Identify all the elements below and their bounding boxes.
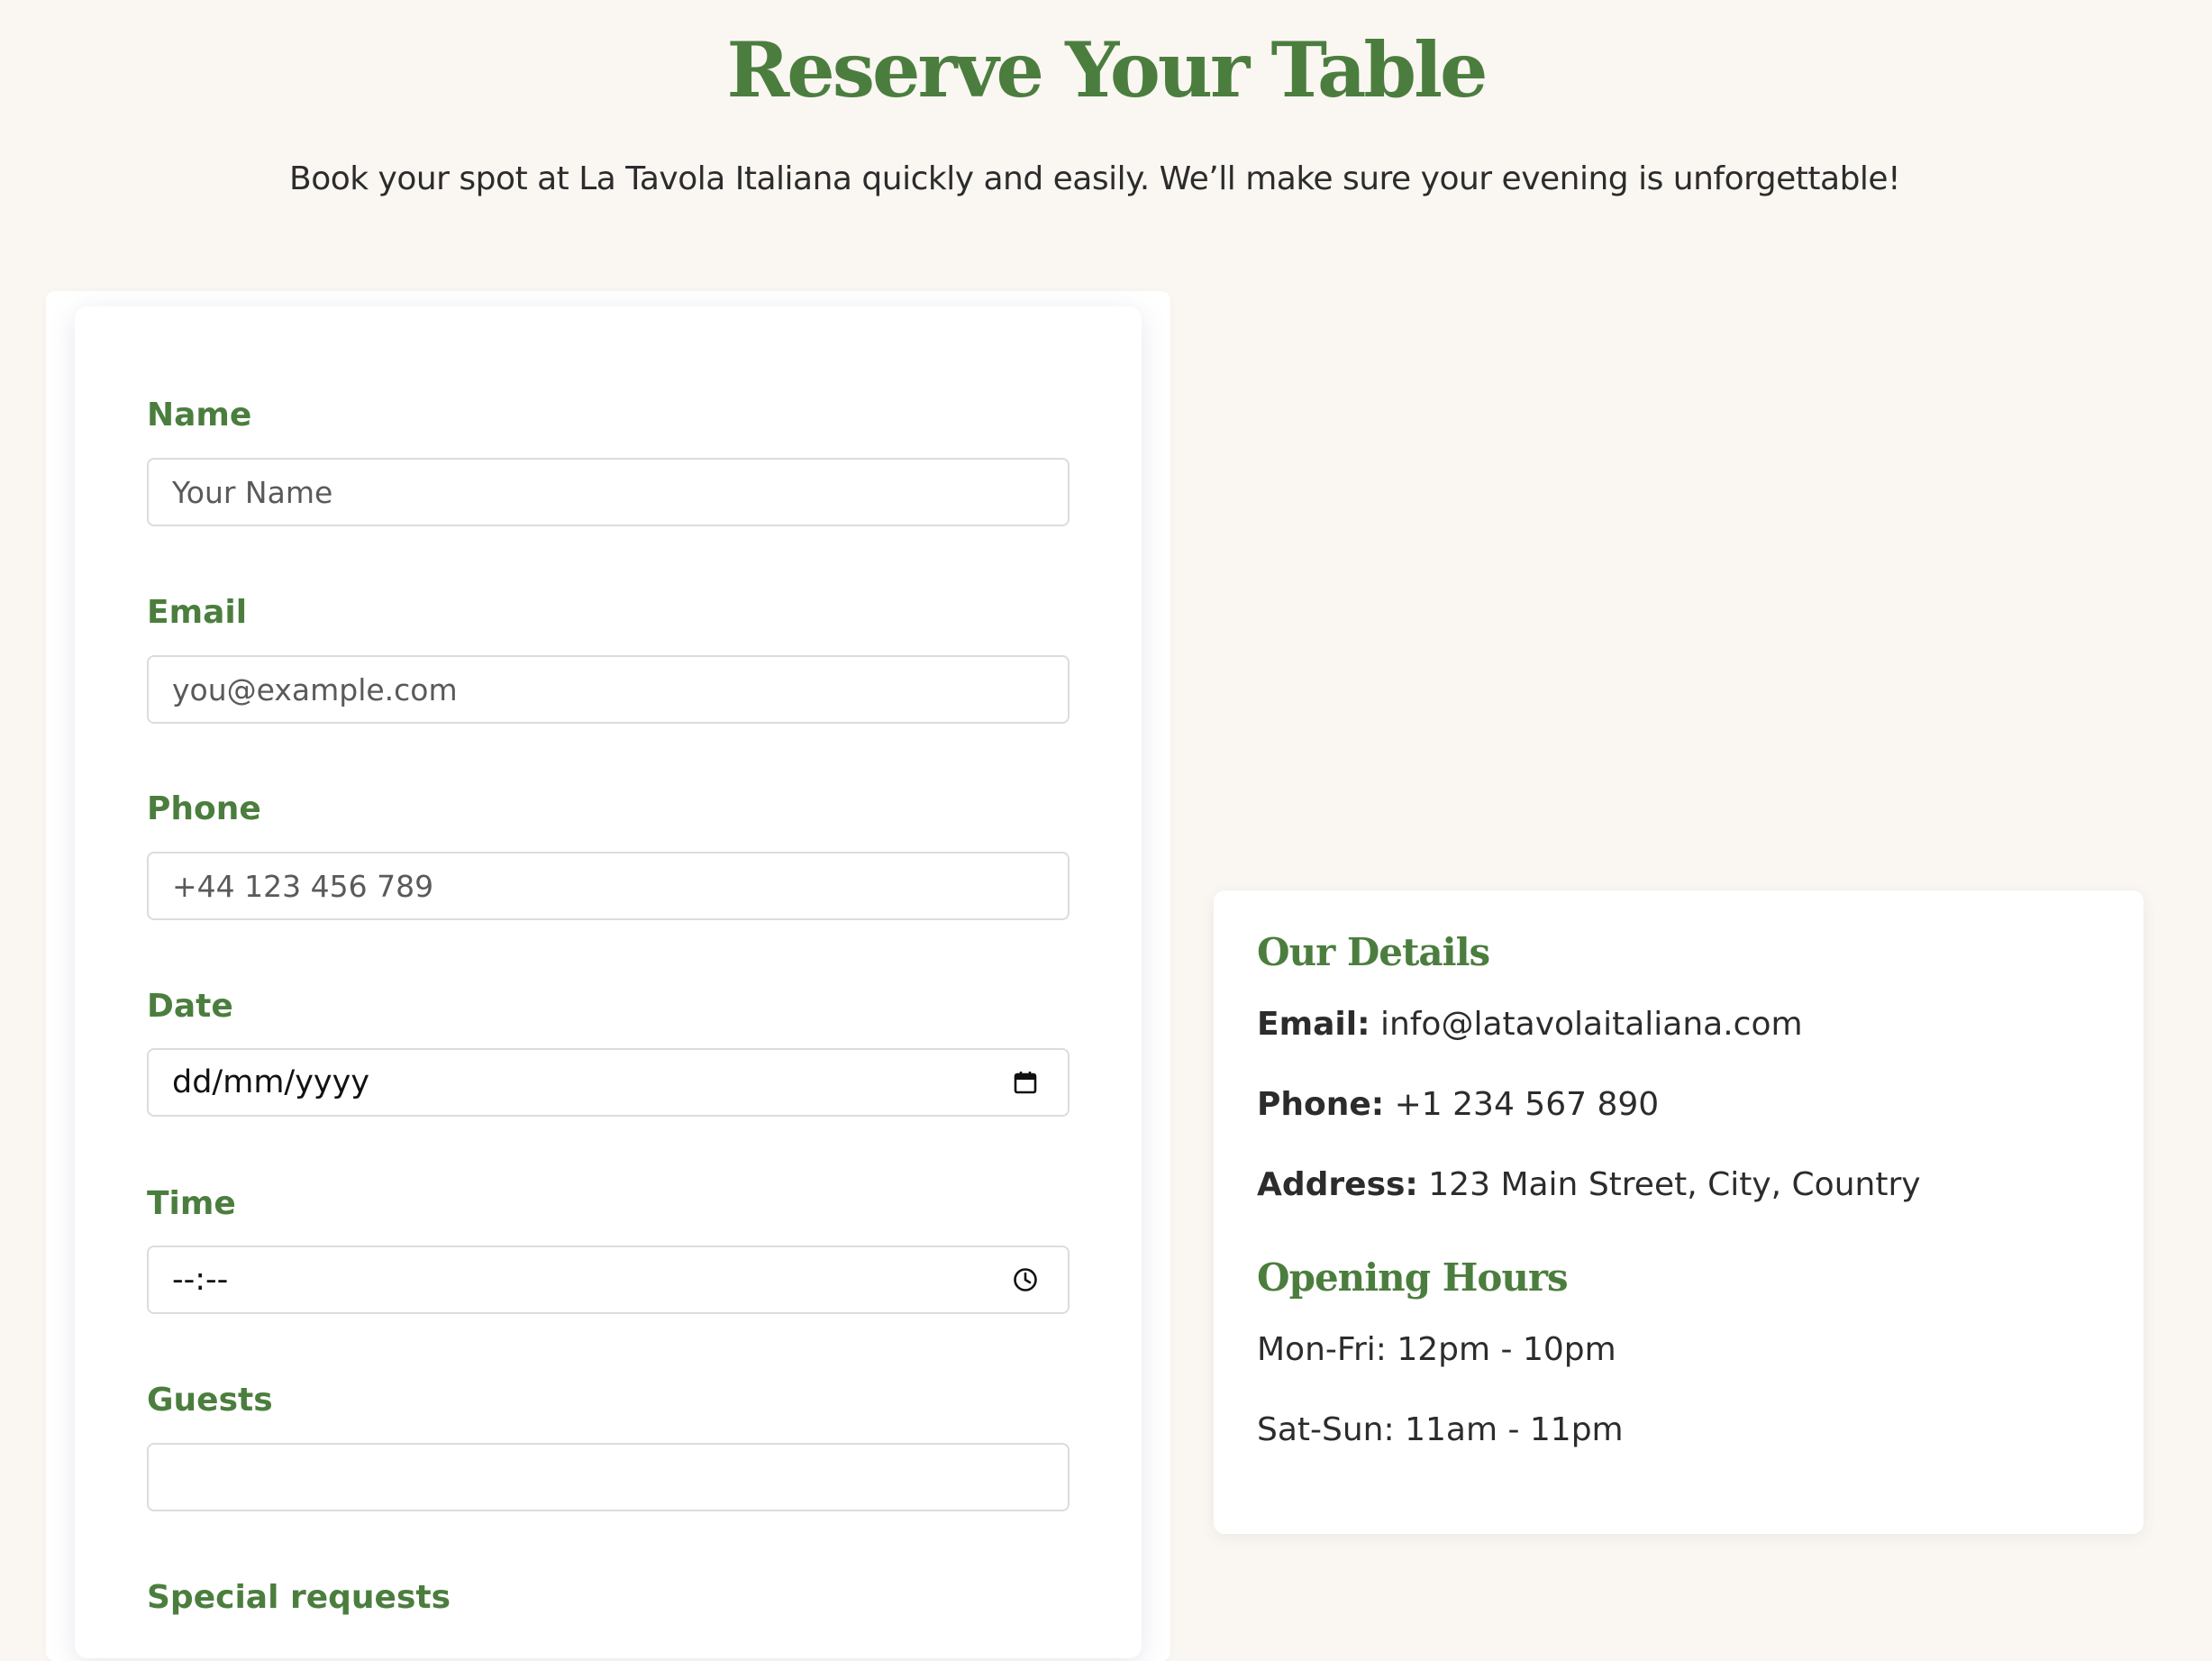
detail-address-label: Address:: [1257, 1166, 1418, 1203]
intro-text: Book your spot at La Tavola Italiana qui…: [289, 160, 1901, 197]
guests-label: Guests: [147, 1382, 273, 1419]
guests-input[interactable]: [147, 1443, 1070, 1511]
email-input[interactable]: [147, 655, 1070, 724]
detail-address-value: 123 Main Street, City, Country: [1428, 1166, 1921, 1203]
date-input[interactable]: dd/mm/yyyy: [147, 1048, 1070, 1117]
opening-hours-heading: Opening Hours: [1257, 1255, 1569, 1300]
details-card: Our Details Email: info@latavolaitaliana…: [1214, 890, 2144, 1534]
detail-address: Address: 123 Main Street, City, Country: [1257, 1166, 1921, 1203]
page-title: Reserve Your Table: [726, 25, 1488, 114]
details-heading: Our Details: [1257, 930, 1490, 974]
name-input[interactable]: [147, 458, 1070, 526]
detail-email-value: info@latavolaitaliana.com: [1379, 1006, 1803, 1043]
time-label: Time: [147, 1185, 236, 1222]
date-input-value: dd/mm/yyyy: [172, 1064, 370, 1100]
detail-phone-value: +1 234 567 890: [1394, 1086, 1660, 1123]
phone-input[interactable]: [147, 852, 1070, 920]
detail-email: Email: info@latavolaitaliana.com: [1257, 1006, 1803, 1043]
hours-weekdays: Mon-Fri: 12pm - 10pm: [1257, 1331, 1616, 1368]
detail-phone: Phone: +1 234 567 890: [1257, 1086, 1659, 1123]
calendar-icon[interactable]: [1010, 1067, 1041, 1098]
phone-label: Phone: [147, 790, 261, 827]
email-label: Email: [147, 594, 248, 631]
special-requests-label: Special requests: [147, 1579, 451, 1616]
reservation-form: Name Email Phone Date dd/mm/yyyy Time --…: [75, 306, 1142, 1658]
time-input-value: --:--: [172, 1262, 229, 1298]
detail-phone-label: Phone:: [1257, 1086, 1385, 1123]
name-label: Name: [147, 397, 252, 434]
time-input[interactable]: --:--: [147, 1246, 1070, 1314]
hours-weekend: Sat-Sun: 11am - 11pm: [1257, 1411, 1624, 1448]
detail-email-label: Email:: [1257, 1006, 1370, 1043]
date-label: Date: [147, 988, 233, 1025]
clock-icon[interactable]: [1010, 1264, 1041, 1295]
